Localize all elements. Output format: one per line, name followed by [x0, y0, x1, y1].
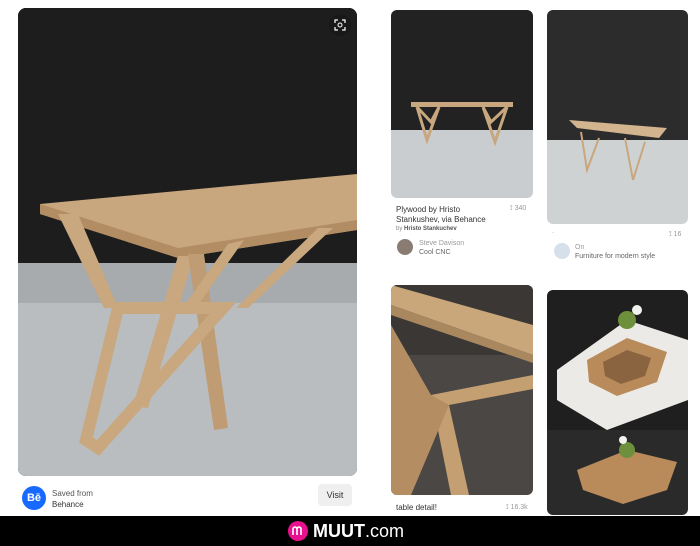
- table-photo: [18, 8, 357, 476]
- pin-count: ⟟ 340: [510, 205, 526, 213]
- pin-attribution: by Hristo Stankuchev: [396, 226, 457, 232]
- avatar[interactable]: [397, 239, 413, 255]
- muut-brand: MUUT.com: [313, 520, 404, 542]
- m-icon: [292, 526, 302, 535]
- saved-from-label: Saved from: [52, 489, 93, 498]
- pin-count-value: 340: [514, 205, 527, 212]
- pin-title[interactable]: Plywood by Hristo Stankushev, via Behanc…: [396, 205, 496, 225]
- by-name[interactable]: Hristo Stankuchev: [404, 226, 457, 232]
- pin-count-value: 16: [673, 231, 682, 238]
- brand-name: MUUT: [313, 521, 365, 541]
- pin-image-planter-table[interactable]: [547, 290, 688, 515]
- pin-photo: [391, 10, 533, 198]
- expand-search-icon: [334, 19, 346, 31]
- pin-count: ⟟ 16.3k: [506, 504, 528, 512]
- pin-photo: [547, 10, 688, 224]
- avatar[interactable]: [554, 243, 570, 259]
- brand-suffix: .com: [365, 521, 405, 541]
- pin-icon: ⟟: [669, 231, 672, 238]
- pin-image-table[interactable]: [547, 10, 688, 224]
- pin-count-value: 16.3k: [510, 504, 528, 511]
- board-name[interactable]: Furniture for modern style: [575, 252, 655, 261]
- saved-source[interactable]: Behance: [52, 499, 84, 510]
- muut-logo-icon: [288, 521, 308, 541]
- by-prefix: by: [396, 226, 403, 232]
- on-label: On: [575, 244, 585, 251]
- pin-photo: [391, 285, 533, 495]
- zoom-button[interactable]: [329, 14, 351, 36]
- behance-logo[interactable]: Bē: [22, 486, 46, 510]
- pinner-name[interactable]: Steve Davison: [419, 239, 464, 248]
- main-pin-image[interactable]: [18, 8, 357, 476]
- board-name[interactable]: Cool CNC: [419, 248, 451, 257]
- pin-title[interactable]: table detail!: [396, 503, 437, 512]
- pin-title[interactable]: .: [552, 228, 554, 235]
- pin-image-plywood[interactable]: [391, 10, 533, 198]
- visit-button[interactable]: Visit: [318, 484, 352, 506]
- pin-icon: ⟟: [506, 504, 509, 511]
- pin-image-detail[interactable]: [391, 285, 533, 495]
- pin-photo: [547, 290, 688, 515]
- pin-icon: ⟟: [510, 205, 513, 212]
- pin-count: ⟟ 16: [669, 231, 681, 239]
